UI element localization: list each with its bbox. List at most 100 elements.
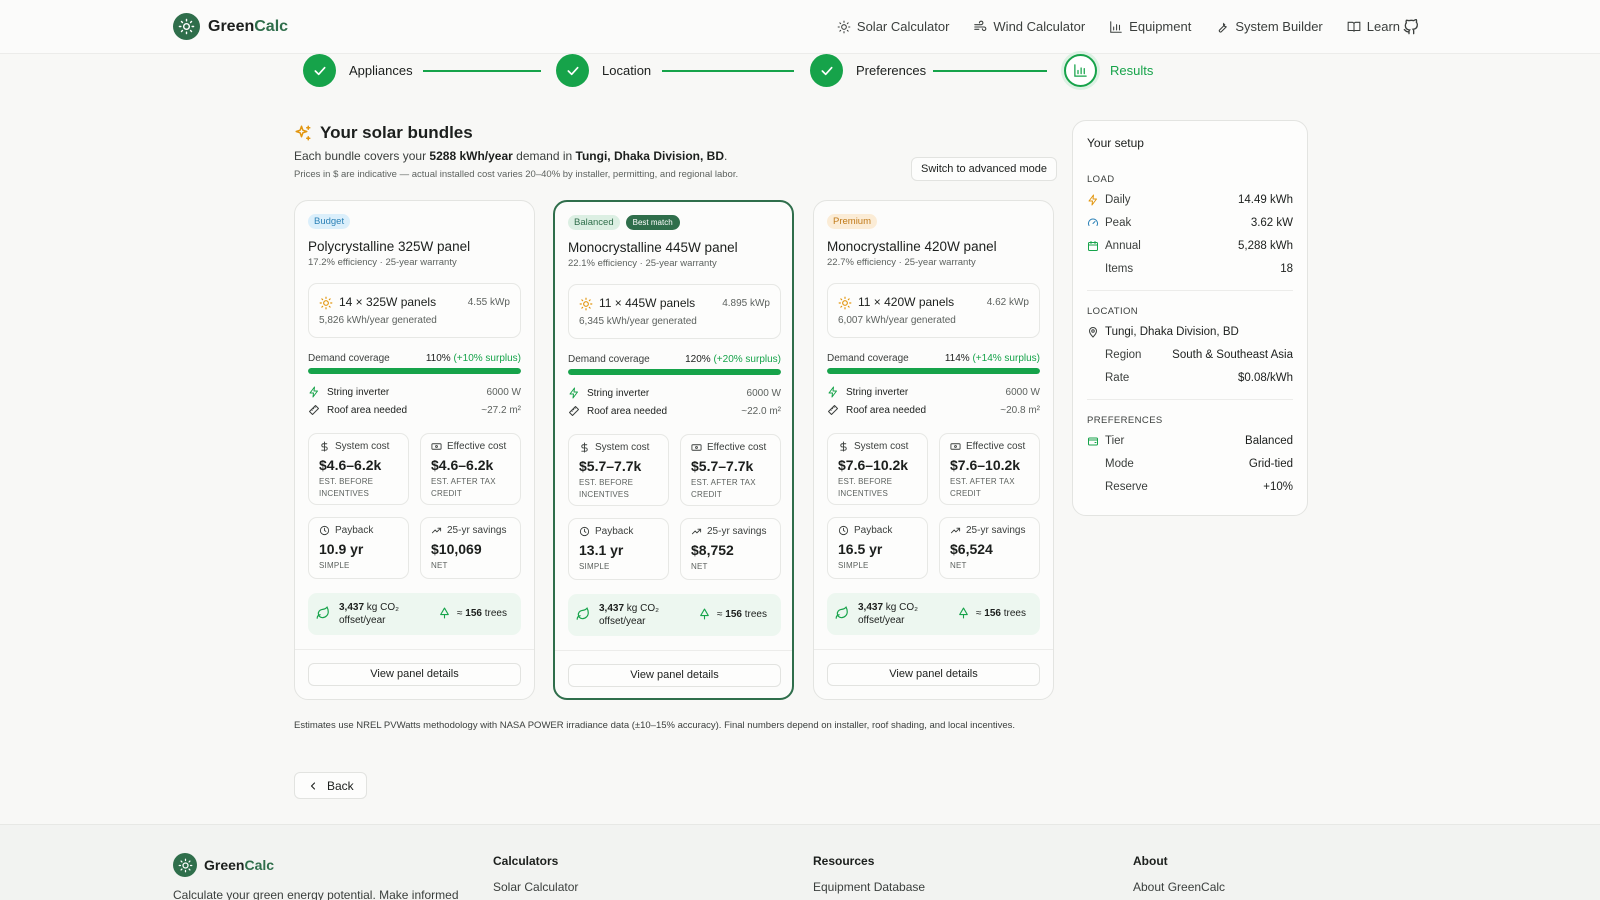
step-results[interactable]: Results (1064, 54, 1153, 87)
best-match-badge: Best match (625, 215, 680, 230)
panel-title: Monocrystalline 420W panel (827, 239, 997, 254)
view-panel-details-button[interactable]: View panel details (308, 663, 521, 686)
coverage-surplus: (+10% surplus) (453, 353, 521, 364)
nav-learn[interactable]: Learn (1347, 19, 1400, 34)
system-kwp: 4.62 kWp (986, 297, 1029, 308)
view-panel-details-button[interactable]: View panel details (827, 663, 1040, 686)
brand-name: GreenCalc (208, 17, 289, 35)
bundle-card[interactable]: Premium Monocrystalline 420W panel 22.7%… (813, 200, 1054, 700)
nav-equipment[interactable]: Equipment (1109, 19, 1191, 34)
payback-tile: Payback 10.9 yr SIMPLE (308, 517, 409, 579)
calendar-icon (1088, 241, 1098, 251)
bolt-icon (828, 386, 837, 398)
effective-cost-tile: Effective cost $4.6–6.2k EST. AFTER TAX … (420, 433, 521, 505)
payback-label: Payback (595, 526, 634, 537)
panel-spec: 22.1% efficiency · 25-year warranty (568, 258, 717, 269)
footer-logo[interactable]: GreenCalc (173, 853, 274, 877)
dollar-icon (581, 442, 588, 453)
bundle-card[interactable]: Balanced Best match Monocrystalline 445W… (553, 200, 794, 700)
panel-count: 11 × 420W panels (858, 295, 955, 309)
panel-summary: 11 × 445W panels 4.895 kWp 6,345 kWh/yea… (568, 284, 781, 339)
trending-up-icon (950, 527, 961, 534)
inverter-value: 6000 W (746, 387, 781, 399)
main-nav: Solar Calculator Wind Calculator Equipme… (837, 19, 1400, 34)
coverage-value: 110% (425, 353, 451, 364)
trees-equivalent: ≈ 156 trees (457, 608, 521, 619)
payback-tile: Payback 13.1 yr SIMPLE (568, 518, 669, 580)
savings-value: $8,752 (691, 542, 734, 558)
advanced-mode-button[interactable]: Switch to advanced mode (911, 157, 1057, 181)
nav-label: Wind Calculator (993, 19, 1086, 34)
footer-col-about: About About GreenCalc (1133, 854, 1225, 894)
brand-logo[interactable]: GreenCalc (173, 13, 288, 40)
payback-label: Payback (335, 525, 374, 536)
row-label: Annual (1105, 240, 1141, 252)
wrench-icon (1219, 22, 1228, 33)
system-cost-tile: System cost $4.6–6.2k EST. BEFORE INCENT… (308, 433, 409, 505)
nav-system-builder[interactable]: System Builder (1215, 19, 1323, 34)
trees-equivalent: ≈ 156 trees (976, 608, 1040, 619)
roof-value: ~27.2 m² (481, 404, 521, 416)
co2-value: 3,437 (858, 602, 884, 613)
nav-solar-calculator[interactable]: Solar Calculator (837, 19, 949, 34)
inverter-value: 6000 W (1005, 386, 1040, 398)
footer-link[interactable]: Equipment Database (813, 880, 925, 894)
step-connector (662, 70, 794, 72)
leaf-icon (316, 606, 329, 619)
panel-summary: 14 × 325W panels 4.55 kWp 5,826 kWh/year… (308, 283, 521, 338)
footer-heading: Resources (813, 854, 875, 868)
savings-label: 25-yr savings (447, 525, 507, 536)
coverage-bar-fill (827, 368, 1040, 374)
coverage-bar (308, 368, 521, 374)
pref-reserve: Reserve +10% (1087, 481, 1293, 493)
inverter-row: String inverter 6000 W (308, 386, 521, 398)
panel-title: Polycrystalline 325W panel (308, 239, 471, 254)
system-cost-label: System cost (854, 441, 909, 452)
location-name: Tungi, Dhaka Division, BD (1087, 326, 1293, 338)
card-divider (555, 650, 792, 651)
step-appliances[interactable]: Appliances (303, 54, 413, 87)
view-panel-details-button[interactable]: View panel details (568, 664, 781, 687)
chart-icon (1110, 20, 1122, 33)
nav-wind-calculator[interactable]: Wind Calculator (973, 19, 1085, 34)
system-cost-tile: System cost $5.7–7.7k EST. BEFORE INCENT… (568, 434, 669, 506)
step-label: Results (1110, 63, 1154, 78)
tier-badge: Balanced (568, 215, 620, 230)
coverage-surplus: (+20% surplus) (713, 354, 781, 365)
row-value: Balanced (1245, 435, 1293, 447)
tier-badge: Premium (827, 214, 878, 229)
github-link[interactable] (1403, 19, 1419, 35)
environmental-impact: 3,437 kg CO₂ offset/year ≈ 156 trees (308, 593, 521, 635)
dollar-icon (840, 441, 847, 452)
section-divider (1087, 399, 1293, 400)
footer-tagline: Calculate your green energy potential. M… (173, 888, 459, 900)
coverage-label: Demand coverage (568, 354, 650, 365)
system-cost-note: EST. BEFORE INCENTIVES (579, 478, 634, 499)
effective-cost-note: EST. AFTER TAX CREDIT (691, 478, 756, 499)
nav-label: System Builder (1235, 19, 1323, 34)
trees-value: 156 (465, 608, 482, 619)
bundle-card[interactable]: Budget Polycrystalline 325W panel 17.2% … (294, 200, 535, 700)
back-button[interactable]: Back (294, 772, 367, 799)
effective-cost-label: Effective cost (966, 441, 1026, 452)
step-preferences[interactable]: Preferences (810, 54, 926, 87)
chevron-left-icon (310, 781, 316, 790)
savings-note: NET (691, 562, 708, 571)
environmental-impact: 3,437 kg CO₂ offset/year ≈ 156 trees (827, 593, 1040, 635)
footer-col-resources: Resources Equipment Database (813, 854, 925, 894)
effective-cost-value: $5.7–7.7k (691, 458, 754, 474)
footer-link[interactable]: About GreenCalc (1133, 880, 1225, 894)
savings-note: NET (431, 561, 448, 570)
location-rate: Rate $0.08/kWh (1087, 372, 1293, 384)
check-icon (810, 54, 843, 87)
sun-icon (838, 296, 852, 310)
row-value: 14.49 kWh (1238, 194, 1293, 206)
step-location[interactable]: Location (556, 54, 651, 87)
footer-link[interactable]: Solar Calculator (493, 880, 578, 894)
back-label: Back (327, 778, 354, 793)
row-value: +10% (1263, 481, 1293, 493)
page-subtitle: Each bundle covers your 5288 kWh/year de… (294, 149, 728, 163)
footer-heading: Calculators (493, 854, 559, 868)
payback-value: 10.9 yr (319, 541, 364, 557)
check-icon (303, 54, 336, 87)
